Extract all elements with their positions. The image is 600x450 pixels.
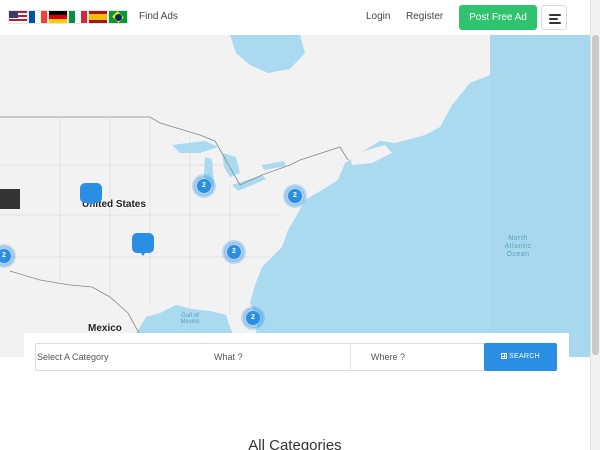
- hamburger-menu-icon: [549, 14, 561, 16]
- where-placeholder: Where ?: [371, 352, 406, 362]
- top-navbar: Find Ads Login Register Post Free Ad: [0, 0, 590, 35]
- category-select[interactable]: Select A Category: [37, 344, 212, 370]
- ads-map[interactable]: United States Mexico Gulf of Mexico Nort…: [0, 35, 590, 357]
- map-cluster-marker[interactable]: 2: [285, 186, 305, 206]
- menu-toggle-button[interactable]: [541, 5, 567, 30]
- language-flags: [8, 10, 128, 24]
- post-free-ad-button[interactable]: Post Free Ad: [459, 5, 537, 30]
- brazil-flag-icon[interactable]: [108, 10, 128, 24]
- search-form: Select A Category What ? Where ? SEARCH: [35, 343, 557, 371]
- category-placeholder: Select A Category: [37, 352, 109, 362]
- water-atlantic-strip: [490, 35, 590, 357]
- land-north-america: [0, 35, 490, 357]
- map-cluster-marker[interactable]: 2: [243, 308, 263, 328]
- all-categories-title: All Categories: [248, 437, 342, 450]
- search-button[interactable]: SEARCH: [484, 343, 557, 371]
- map-marker-pin[interactable]: [80, 183, 102, 206]
- find-ads-link[interactable]: Find Ads: [139, 11, 178, 22]
- map-cluster-marker[interactable]: 2: [224, 242, 244, 262]
- search-panel: Select A Category What ? Where ? SEARCH: [24, 333, 569, 381]
- page-scrollbar[interactable]: [590, 0, 600, 450]
- scrollbar-thumb[interactable]: [592, 35, 599, 355]
- us-flag-icon[interactable]: [8, 10, 28, 24]
- map-sidebar-toggle[interactable]: [0, 189, 20, 209]
- where-input[interactable]: Where ?: [350, 344, 485, 370]
- what-input[interactable]: What ?: [214, 344, 349, 370]
- map-marker-pin[interactable]: [132, 233, 154, 256]
- search-button-label: SEARCH: [509, 353, 540, 360]
- germany-flag-icon[interactable]: [48, 10, 68, 24]
- france-flag-icon[interactable]: [28, 10, 48, 24]
- label-gulf-of-mexico: Gulf of Mexico: [180, 313, 200, 325]
- login-link[interactable]: Login: [366, 11, 390, 22]
- label-north-atlantic: North Atlantic Ocean: [504, 235, 532, 258]
- register-link[interactable]: Register: [406, 11, 443, 22]
- italy-flag-icon[interactable]: [68, 10, 88, 24]
- grid-icon: [501, 353, 507, 359]
- spain-flag-icon[interactable]: [88, 10, 108, 24]
- map-cluster-marker[interactable]: 2: [194, 176, 214, 196]
